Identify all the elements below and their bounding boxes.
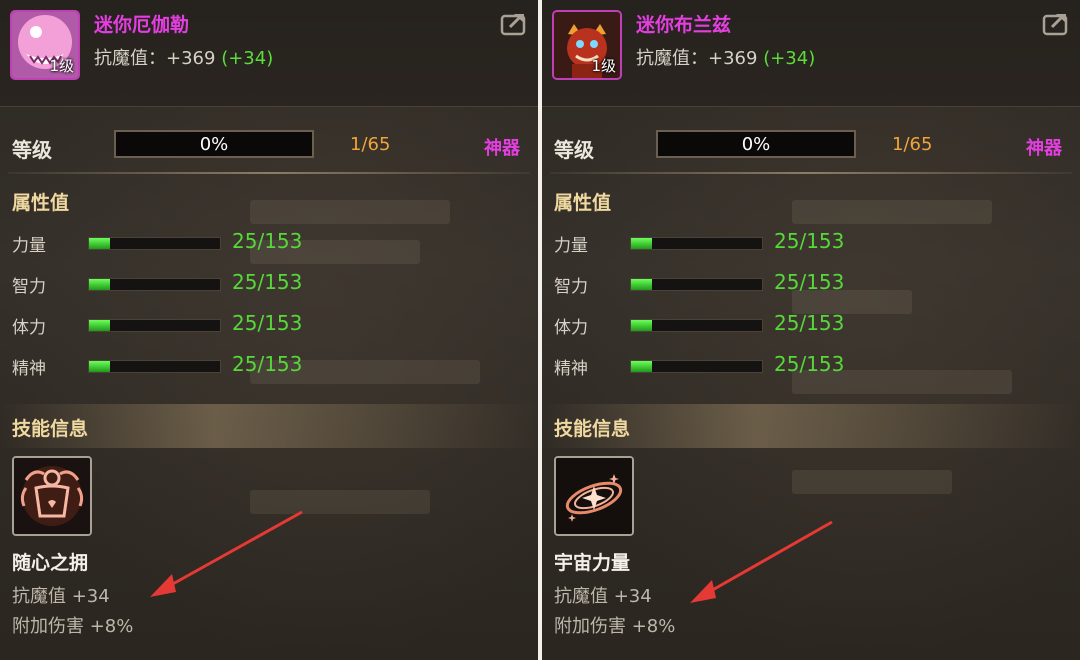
attribute-bar-fill	[631, 279, 653, 290]
attribute-value: 25/153	[232, 311, 303, 335]
attribute-row: 精神 25/153	[542, 352, 1080, 382]
resist-value: +369	[166, 48, 216, 69]
attribute-bar	[630, 319, 763, 332]
skill-effect: 附加伤害 +8%	[12, 616, 134, 637]
pet-name: 迷你布兰兹	[636, 14, 732, 36]
skill-effect: 附加伤害 +8%	[554, 616, 676, 637]
level-label: 等级	[12, 138, 52, 162]
attribute-value: 25/153	[774, 229, 845, 253]
attribute-bar	[630, 278, 763, 291]
attribute-bar-fill	[631, 320, 653, 331]
resist-bonus: (+34)	[221, 48, 274, 69]
embrace-figure-icon	[14, 458, 90, 534]
attribute-bar-fill	[631, 238, 653, 249]
attribute-name: 体力	[12, 318, 46, 338]
pet-avatar[interactable]: 1级	[552, 10, 622, 80]
attribute-value: 25/153	[774, 270, 845, 294]
resist-value: +369	[708, 48, 758, 69]
level-count: 1/65	[350, 134, 391, 155]
resist-label: 抗魔值：	[636, 48, 708, 69]
attribute-row: 体力 25/153	[542, 311, 1080, 341]
attributes-title: 属性值	[12, 192, 70, 214]
share-icon[interactable]	[500, 10, 528, 36]
attribute-row: 体力 25/153	[0, 311, 538, 341]
skill-effect: 抗魔值 +34	[554, 586, 652, 607]
cosmic-swirl-icon	[556, 458, 632, 534]
level-progress-bar: 0%	[656, 130, 856, 158]
attribute-row: 力量 25/153	[542, 229, 1080, 259]
attribute-name: 智力	[554, 277, 588, 297]
attribute-bar	[630, 237, 763, 250]
attribute-name: 体力	[554, 318, 588, 338]
attribute-value: 25/153	[232, 229, 303, 253]
attribute-name: 力量	[12, 236, 46, 256]
level-progress-text: 0%	[741, 134, 771, 155]
attribute-row: 智力 25/153	[0, 270, 538, 300]
pet-name: 迷你厄伽勒	[94, 14, 190, 36]
artifact-button[interactable]: 神器	[484, 134, 520, 160]
pet-avatar[interactable]: 1级	[10, 10, 80, 80]
attribute-row: 力量 25/153	[0, 229, 538, 259]
level-label: 等级	[554, 138, 594, 162]
pet-panel-left: 1级 迷你厄伽勒 抗魔值：+369 (+34) 等级 0% 1/65 神器 属性…	[0, 0, 538, 660]
pet-header: 1级 迷你布兰兹 抗魔值：+369 (+34)	[542, 0, 1080, 107]
attribute-row: 智力 25/153	[542, 270, 1080, 300]
attribute-bar-fill	[89, 361, 111, 372]
attribute-value: 25/153	[232, 352, 303, 376]
level-progress-text: 0%	[199, 134, 229, 155]
attribute-bar-fill	[89, 238, 111, 249]
attribute-name: 精神	[554, 359, 588, 379]
magic-resist-stat: 抗魔值：+369 (+34)	[94, 44, 273, 70]
attribute-value: 25/153	[774, 311, 845, 335]
share-icon[interactable]	[1042, 10, 1070, 36]
attribute-bar	[88, 319, 221, 332]
skill-name: 随心之拥	[12, 552, 89, 574]
magic-resist-stat: 抗魔值：+369 (+34)	[636, 44, 815, 70]
attribute-name: 力量	[554, 236, 588, 256]
attribute-bar	[88, 237, 221, 250]
level-count: 1/65	[892, 134, 933, 155]
attribute-name: 智力	[12, 277, 46, 297]
level-badge: 1级	[591, 57, 616, 75]
resist-bonus: (+34)	[763, 48, 816, 69]
attribute-bar	[88, 360, 221, 373]
level-row: 等级 0% 1/65 神器	[0, 124, 538, 168]
skill-icon-slot[interactable]	[554, 456, 634, 536]
divider-line	[550, 172, 1072, 174]
pet-panel-right: 1级 迷你布兰兹 抗魔值：+369 (+34) 等级 0% 1/65 神器 属性…	[542, 0, 1080, 660]
resist-label: 抗魔值：	[94, 48, 166, 69]
skill-icon-slot[interactable]	[12, 456, 92, 536]
attributes-title: 属性值	[554, 192, 612, 214]
skill-effect: 抗魔值 +34	[12, 586, 110, 607]
level-row: 等级 0% 1/65 神器	[542, 124, 1080, 168]
skill-name: 宇宙力量	[554, 552, 631, 574]
level-progress-bar: 0%	[114, 130, 314, 158]
level-badge: 1级	[49, 57, 74, 75]
attribute-bar-fill	[89, 320, 111, 331]
attribute-bar-fill	[89, 279, 111, 290]
artifact-button[interactable]: 神器	[1026, 134, 1062, 160]
skill-title: 技能信息	[554, 418, 631, 440]
attribute-bar	[630, 360, 763, 373]
attribute-value: 25/153	[232, 270, 303, 294]
attribute-row: 精神 25/153	[0, 352, 538, 382]
attribute-name: 精神	[12, 359, 46, 379]
attribute-value: 25/153	[774, 352, 845, 376]
pet-header: 1级 迷你厄伽勒 抗魔值：+369 (+34)	[0, 0, 538, 107]
attribute-bar-fill	[631, 361, 653, 372]
divider-line	[8, 172, 530, 174]
attribute-bar	[88, 278, 221, 291]
skill-title: 技能信息	[12, 418, 89, 440]
